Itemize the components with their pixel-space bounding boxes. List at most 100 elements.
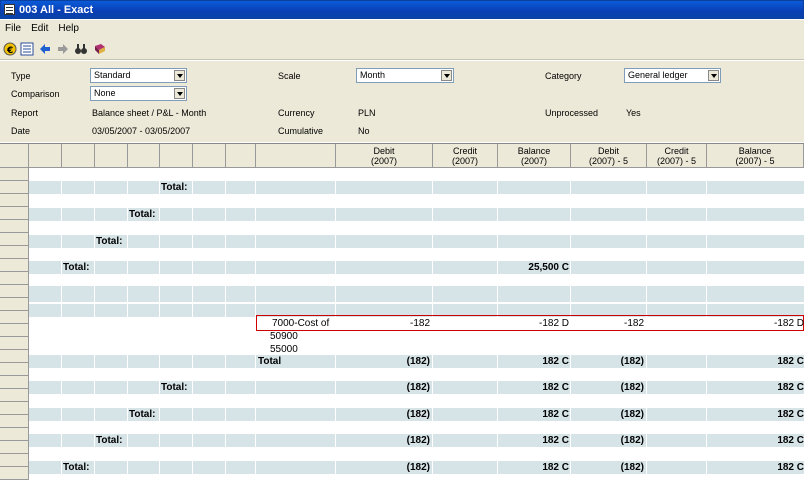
debit-value: -182 — [409, 318, 430, 329]
level-header — [62, 144, 95, 168]
row-header[interactable] — [0, 454, 29, 467]
column-separator — [127, 168, 128, 486]
balance-value: 182 C — [542, 409, 569, 420]
currency-icon[interactable]: € — [3, 42, 17, 56]
menu-help[interactable]: Help — [53, 20, 84, 38]
row-header[interactable] — [0, 246, 29, 259]
debit5-value: (182) — [620, 356, 644, 367]
level-header — [160, 144, 193, 168]
comparison-label: Comparison — [11, 89, 60, 99]
balance-value: 25,500 C — [528, 262, 569, 273]
row-header[interactable] — [0, 311, 29, 324]
row-header[interactable] — [0, 207, 29, 220]
window-title: 003 All - Exact — [19, 4, 94, 16]
chevron-down-icon[interactable] — [441, 70, 452, 81]
row-header[interactable] — [0, 285, 29, 298]
svg-text:€: € — [6, 46, 13, 56]
balance5-value: -182 D — [773, 318, 804, 329]
menu-bar: File Edit Help — [0, 20, 804, 38]
currency-value: PLN — [358, 108, 376, 118]
type-select[interactable]: Standard — [90, 68, 187, 83]
row-header[interactable] — [0, 324, 29, 337]
comparison-select[interactable]: None — [90, 86, 187, 101]
scale-select[interactable]: Month — [356, 68, 454, 83]
total-label: Total — [258, 356, 282, 367]
cumulative-value: No — [358, 126, 370, 136]
binoculars-icon[interactable] — [74, 42, 88, 56]
total-label: Total: — [161, 182, 188, 193]
balance5-value: 182 C — [777, 435, 804, 446]
credit-header[interactable]: Credit (2007) — [433, 144, 498, 168]
total-label: Total: — [129, 209, 156, 220]
row-header[interactable] — [0, 363, 29, 376]
debit-header[interactable]: Debit (2007) — [336, 144, 433, 168]
total-label: Total: — [96, 236, 123, 247]
menu-file[interactable]: File — [0, 20, 26, 38]
menu-edit[interactable]: Edit — [26, 20, 53, 38]
app-icon — [4, 4, 15, 15]
row-header[interactable] — [0, 350, 29, 363]
category-select[interactable]: General ledger — [624, 68, 721, 83]
row-header[interactable] — [0, 389, 29, 402]
debit5-value: (182) — [620, 409, 644, 420]
balance5-header[interactable]: Balance (2007) - 5 — [707, 144, 804, 168]
report-value: Balance sheet / P&L - Month — [92, 108, 207, 118]
row-header[interactable] — [0, 181, 29, 194]
total-label: Total: — [96, 435, 123, 446]
level-header — [95, 144, 128, 168]
debit5-value: (182) — [620, 462, 644, 473]
chevron-down-icon[interactable] — [174, 88, 185, 99]
row-header[interactable] — [0, 402, 29, 415]
list-icon[interactable] — [20, 42, 34, 56]
corner-header — [0, 144, 29, 168]
chevron-down-icon[interactable] — [174, 70, 185, 81]
row-header[interactable] — [0, 168, 29, 181]
balance-value: 182 C — [542, 356, 569, 367]
account-header — [256, 144, 336, 168]
level-header — [226, 144, 256, 168]
row-header[interactable] — [0, 194, 29, 207]
date-value: 03/05/2007 - 03/05/2007 — [92, 126, 191, 136]
column-separator — [192, 168, 193, 486]
level-header — [193, 144, 226, 168]
level-header — [29, 144, 62, 168]
row-header[interactable] — [0, 233, 29, 246]
report-grid[interactable]: Debit (2007) Credit (2007) Balance (2007) D… — [0, 143, 804, 486]
chevron-down-icon[interactable] — [708, 70, 719, 81]
balance-value: 182 C — [542, 435, 569, 446]
back-arrow-icon[interactable] — [38, 42, 52, 56]
type-label: Type — [11, 71, 31, 81]
column-separator — [159, 168, 160, 486]
row-header[interactable] — [0, 337, 29, 350]
row-header[interactable] — [0, 441, 29, 454]
forward-arrow-icon[interactable] — [56, 42, 70, 56]
book-icon[interactable] — [93, 42, 107, 56]
report-parameters: Type Standard Comparison None Report Bal… — [0, 61, 804, 142]
row-header[interactable] — [0, 415, 29, 428]
account-name[interactable]: 7000-Cost of — [272, 317, 329, 330]
row-header[interactable] — [0, 220, 29, 233]
row-header[interactable] — [0, 259, 29, 272]
debit5-value: (182) — [620, 435, 644, 446]
row-header[interactable] — [0, 376, 29, 389]
category-label: Category — [545, 71, 582, 81]
debit5-value: -182 — [623, 318, 644, 329]
total-label: Total: — [63, 262, 90, 273]
row-header[interactable] — [0, 428, 29, 441]
scale-label: Scale — [278, 71, 301, 81]
row-header[interactable] — [0, 298, 29, 311]
credit5-header[interactable]: Credit (2007) - 5 — [647, 144, 707, 168]
unprocessed-value: Yes — [626, 108, 641, 118]
row-header[interactable] — [0, 272, 29, 285]
debit5-header[interactable]: Debit (2007) - 5 — [571, 144, 647, 168]
balance5-value: 182 C — [777, 462, 804, 473]
balance5-value: 182 C — [777, 382, 804, 393]
balance-header[interactable]: Balance (2007) — [498, 144, 571, 168]
debit5-value: (182) — [620, 382, 644, 393]
debit-value: (182) — [406, 382, 430, 393]
debit-value: (182) — [406, 409, 430, 420]
total-band — [29, 286, 804, 302]
debit-value: (182) — [406, 462, 430, 473]
column-separator — [225, 168, 226, 486]
row-header[interactable] — [0, 467, 29, 480]
